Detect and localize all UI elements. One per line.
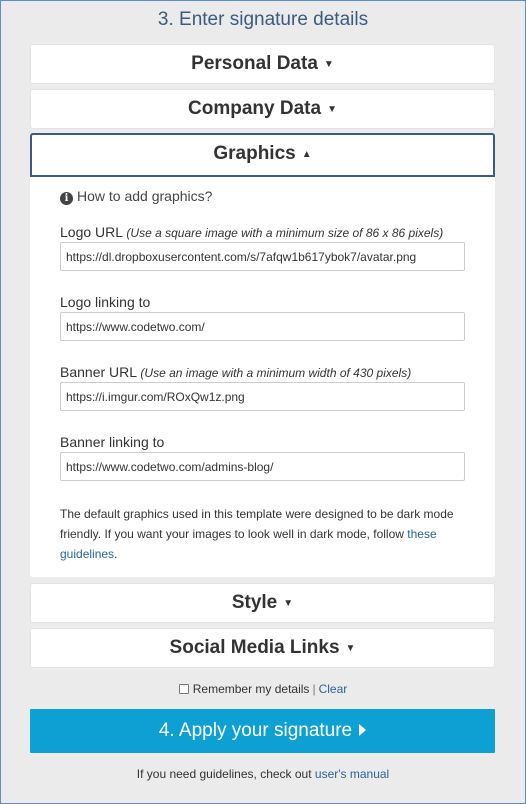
apply-signature-label: 4. Apply your signature <box>158 720 353 741</box>
caret-down-icon: ▼ <box>345 643 356 654</box>
footer-text: If you need guidelines, check out <box>136 767 315 781</box>
how-to-add-graphics-label: How to add graphics? <box>77 188 213 204</box>
panel-company-data[interactable]: Company Data ▼ <box>30 89 495 129</box>
users-manual-link[interactable]: user's manual <box>315 767 389 781</box>
panel-social-media-links[interactable]: Social Media Links ▼ <box>30 628 495 668</box>
logo-url-hint: (Use a square image with a minimum size … <box>126 226 444 240</box>
how-to-add-graphics-link[interactable]: i How to add graphics? <box>60 188 212 205</box>
panel-social-media-links-label: Social Media Links <box>169 637 340 658</box>
dark-mode-note-end: . <box>114 547 118 561</box>
logo-url-input[interactable] <box>60 242 465 271</box>
panel-personal-data-label: Personal Data <box>191 53 318 74</box>
play-arrow-icon <box>359 724 367 736</box>
graphics-panel-body: i How to add graphics? Logo URL (Use a sq… <box>30 177 495 577</box>
panel-graphics[interactable]: Graphics ▲ <box>30 133 495 177</box>
logo-link-label: Logo linking to <box>60 294 151 310</box>
clear-link[interactable]: Clear <box>319 682 348 696</box>
remember-checkbox[interactable] <box>178 684 189 694</box>
footer: If you need guidelines, check out user's… <box>0 767 526 781</box>
logo-url-label-text: Logo URL <box>60 224 123 240</box>
logo-url-label: Logo URL (Use a square image with a mini… <box>60 224 443 240</box>
caret-up-icon: ▲ <box>301 149 312 160</box>
banner-url-label-text: Banner URL <box>60 364 137 380</box>
remember-label[interactable]: Remember my details <box>193 682 310 696</box>
apply-signature-button[interactable]: 4. Apply your signature <box>30 709 495 753</box>
panel-company-data-label: Company Data <box>188 98 322 119</box>
caret-down-icon: ▼ <box>283 598 294 609</box>
logo-link-input[interactable] <box>60 312 465 341</box>
panel-style[interactable]: Style ▼ <box>30 583 495 623</box>
panel-style-label: Style <box>231 592 278 613</box>
info-icon: i <box>60 192 73 205</box>
banner-url-label: Banner URL (Use an image with a minimum … <box>60 364 411 380</box>
dark-mode-note: The default graphics used in this templa… <box>60 504 470 564</box>
caret-down-icon: ▼ <box>327 104 337 115</box>
panel-graphics-label: Graphics <box>213 143 296 164</box>
panel-personal-data[interactable]: Personal Data ▼ <box>30 44 495 84</box>
banner-url-hint: (Use an image with a minimum width of 43… <box>140 366 412 380</box>
caret-down-icon: ▼ <box>323 59 334 70</box>
dark-mode-note-text: The default graphics used in this templa… <box>60 507 454 541</box>
banner-url-input[interactable] <box>60 382 465 411</box>
step-title: 3. Enter signature details <box>157 9 369 30</box>
banner-link-label: Banner linking to <box>60 434 165 450</box>
remember-row: Remember my details | Clear <box>0 682 526 696</box>
banner-link-input[interactable] <box>60 452 465 481</box>
separator: | <box>312 682 316 696</box>
